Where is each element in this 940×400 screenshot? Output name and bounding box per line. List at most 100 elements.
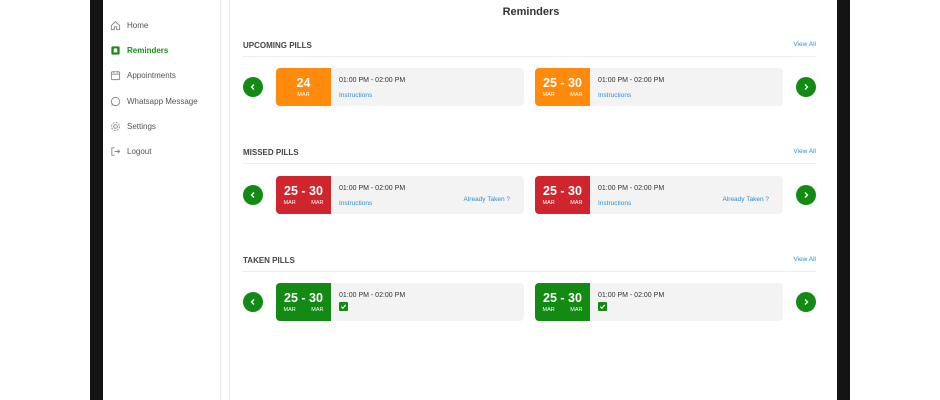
card-body: 01:00 PM - 02:00 PM	[590, 283, 783, 321]
date-badge: 25 - 30 MAR MAR	[276, 176, 331, 214]
section-title: UPCOMING PILLS	[243, 41, 312, 50]
month-label: MAR	[311, 307, 324, 313]
card-body: 01:00 PM - 02:00 PM Instructions Already…	[331, 176, 524, 214]
month-label: MAR	[570, 92, 583, 98]
content-divider	[229, 0, 230, 400]
page-title: Reminders	[502, 6, 560, 18]
date-months: MAR MAR	[284, 307, 324, 313]
chevron-right-icon	[804, 192, 809, 198]
prev-missed-button[interactable]	[243, 185, 263, 205]
missed-pill-card[interactable]: 25 - 30 MAR MAR 01:00 PM - 02:00 PM Inst…	[535, 176, 783, 214]
next-upcoming-button[interactable]	[796, 77, 816, 97]
sidebar-item-whatsapp[interactable]: Whatsapp Message	[109, 92, 198, 110]
card-body: 01:00 PM - 02:00 PM	[331, 283, 524, 321]
sidebar-item-label: Appointments	[127, 70, 176, 80]
chevron-left-icon	[250, 84, 255, 90]
reminder-icon	[109, 44, 121, 56]
calendar-icon	[109, 69, 121, 81]
time-range: 01:00 PM - 02:00 PM	[598, 185, 665, 192]
sidebar-item-appointments[interactable]: Appointments	[109, 66, 176, 84]
chevron-left-icon	[250, 192, 255, 198]
upcoming-pill-card[interactable]: 24 MAR 01:00 PM - 02:00 PM Instructions	[276, 68, 524, 106]
card-body: 01:00 PM - 02:00 PM Instructions	[590, 68, 783, 106]
card-body: 01:00 PM - 02:00 PM Instructions Already…	[590, 176, 783, 214]
month-label: MAR	[542, 92, 555, 98]
section-missed-header: MISSED PILLS View All	[243, 148, 816, 164]
month-label: MAR	[542, 200, 555, 206]
taken-checkbox[interactable]	[339, 302, 348, 311]
month-label: MAR	[542, 307, 555, 313]
date-months: MAR MAR	[284, 200, 324, 206]
date-range: 25 - 30	[284, 184, 323, 198]
taken-checkbox[interactable]	[598, 302, 607, 311]
date-range: 25 - 30	[284, 291, 323, 305]
month-label: MAR	[283, 200, 296, 206]
prev-taken-button[interactable]	[243, 292, 263, 312]
home-icon	[109, 19, 121, 31]
month-label: MAR	[311, 200, 324, 206]
sidebar-item-label: Whatsapp Message	[127, 96, 198, 106]
date-range: 25 - 30	[543, 291, 582, 305]
chevron-left-icon	[250, 299, 255, 305]
next-missed-button[interactable]	[796, 185, 816, 205]
date-badge: 25 - 30 MAR MAR	[276, 283, 331, 321]
section-taken-header: TAKEN PILLS View All	[243, 256, 816, 272]
date-months: MAR MAR	[543, 92, 583, 98]
chevron-right-icon	[804, 84, 809, 90]
time-range: 01:00 PM - 02:00 PM	[339, 77, 406, 84]
date-badge: 24 MAR	[276, 68, 331, 106]
sidebar-item-settings[interactable]: Settings	[109, 117, 156, 135]
sidebar-item-label: Reminders	[127, 45, 169, 55]
taken-pill-card[interactable]: 25 - 30 MAR MAR 01:00 PM - 02:00 PM	[535, 283, 783, 321]
sidebar-item-home[interactable]: Home	[109, 16, 148, 34]
instructions-link[interactable]: Instructions	[339, 92, 372, 99]
device-frame-right	[837, 0, 850, 400]
section-title: MISSED PILLS	[243, 148, 299, 157]
instructions-link[interactable]: Instructions	[339, 200, 372, 207]
view-all-taken-link[interactable]: View All	[793, 256, 816, 263]
chevron-right-icon	[804, 299, 809, 305]
date-badge: 25 - 30 MAR MAR	[535, 68, 590, 106]
date-range: 24	[296, 76, 311, 90]
taken-pill-card[interactable]: 25 - 30 MAR MAR 01:00 PM - 02:00 PM	[276, 283, 524, 321]
view-all-missed-link[interactable]: View All	[793, 148, 816, 155]
month-label: MAR	[570, 200, 583, 206]
whatsapp-icon	[109, 95, 121, 107]
sidebar-item-label: Logout	[127, 146, 152, 156]
sidebar-item-logout[interactable]: Logout	[109, 142, 151, 160]
date-range: 25 - 30	[543, 184, 582, 198]
month-label: MAR	[283, 307, 296, 313]
date-months: MAR MAR	[543, 307, 583, 313]
main-content: Reminders UPCOMING PILLS View All 24 MAR…	[231, 0, 837, 400]
prev-upcoming-button[interactable]	[243, 77, 263, 97]
date-badge: 25 - 30 MAR MAR	[535, 283, 590, 321]
checkmark-icon	[340, 304, 347, 310]
section-upcoming-header: UPCOMING PILLS View All	[243, 41, 816, 57]
device-frame-left	[90, 0, 103, 400]
date-badge: 25 - 30 MAR MAR	[535, 176, 590, 214]
date-months: MAR MAR	[543, 200, 583, 206]
date-range: 25 - 30	[543, 76, 582, 90]
next-taken-button[interactable]	[796, 292, 816, 312]
already-taken-link[interactable]: Already Taken ?	[464, 196, 511, 203]
instructions-link[interactable]: Instructions	[598, 200, 631, 207]
sidebar-item-label: Settings	[127, 121, 156, 131]
checkmark-icon	[599, 304, 606, 310]
already-taken-link[interactable]: Already Taken ?	[723, 196, 770, 203]
logout-icon	[109, 145, 121, 157]
time-range: 01:00 PM - 02:00 PM	[339, 185, 406, 192]
time-range: 01:00 PM - 02:00 PM	[598, 77, 665, 84]
gear-icon	[109, 120, 121, 132]
time-range: 01:00 PM - 02:00 PM	[598, 292, 665, 299]
missed-pill-card[interactable]: 25 - 30 MAR MAR 01:00 PM - 02:00 PM Inst…	[276, 176, 524, 214]
month-label: MAR	[570, 307, 583, 313]
date-months: MAR	[284, 92, 324, 98]
upcoming-pill-card[interactable]: 25 - 30 MAR MAR 01:00 PM - 02:00 PM Inst…	[535, 68, 783, 106]
card-body: 01:00 PM - 02:00 PM Instructions	[331, 68, 524, 106]
time-range: 01:00 PM - 02:00 PM	[339, 292, 406, 299]
view-all-upcoming-link[interactable]: View All	[793, 41, 816, 48]
section-title: TAKEN PILLS	[243, 256, 295, 265]
month-label: MAR	[297, 92, 310, 98]
instructions-link[interactable]: Instructions	[598, 92, 631, 99]
sidebar-item-reminders[interactable]: Reminders	[109, 41, 168, 59]
